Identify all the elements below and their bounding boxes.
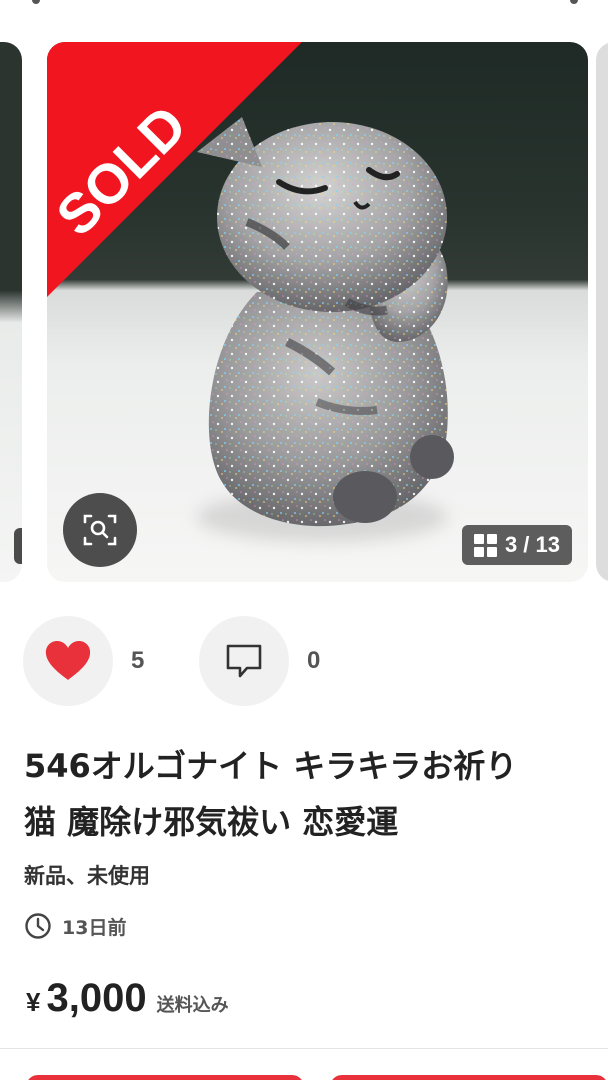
- previous-image-counter-edge: [14, 528, 22, 564]
- like-button[interactable]: [23, 616, 113, 706]
- action-row: 5 0: [23, 616, 347, 706]
- status-bar-remnant: [0, 0, 608, 10]
- comment-count: 0: [307, 647, 321, 674]
- shipping-note: 送料込み: [156, 995, 229, 1016]
- status-icon-left: [32, 0, 40, 4]
- posted-time: 13日前: [24, 912, 126, 940]
- price-currency: ¥: [26, 987, 41, 1017]
- bottom-action-bar: [0, 1048, 608, 1080]
- product-detail-screen: SOLD 3 / 13 5 0 546オルゴナイト キラキラお祈り 猫 魔除け邪…: [0, 0, 608, 1080]
- image-carousel[interactable]: SOLD 3 / 13: [0, 42, 608, 582]
- item-condition: 新品、未使用: [24, 864, 150, 888]
- sold-banner: SOLD: [47, 42, 302, 297]
- comment-icon: [226, 644, 262, 678]
- image-counter-text: 3 / 13: [504, 532, 560, 557]
- clock-icon: [25, 913, 51, 939]
- product-title: 546オルゴナイト キラキラお祈り 猫 魔除け邪気祓い 恋愛運: [24, 747, 518, 841]
- price-value: 3,000: [46, 976, 147, 1020]
- previous-image-peek[interactable]: [0, 42, 22, 582]
- like-count: 5: [131, 647, 145, 674]
- price: ¥ 3,000 送料込み: [26, 976, 229, 1021]
- image-counter[interactable]: 3 / 13: [461, 525, 572, 565]
- next-image-peek[interactable]: [596, 42, 608, 582]
- comment-button[interactable]: [199, 616, 289, 706]
- posted-time-text: 13日前: [62, 916, 127, 939]
- zoom-button[interactable]: [63, 493, 137, 567]
- product-photo[interactable]: SOLD 3 / 13: [47, 42, 588, 582]
- zoom-icon: [83, 514, 117, 546]
- grid-icon: [473, 533, 497, 557]
- bottom-left-button[interactable]: [26, 1075, 304, 1080]
- status-icon-right: [570, 0, 578, 4]
- bottom-right-button[interactable]: [330, 1075, 608, 1080]
- heart-icon: [45, 641, 91, 680]
